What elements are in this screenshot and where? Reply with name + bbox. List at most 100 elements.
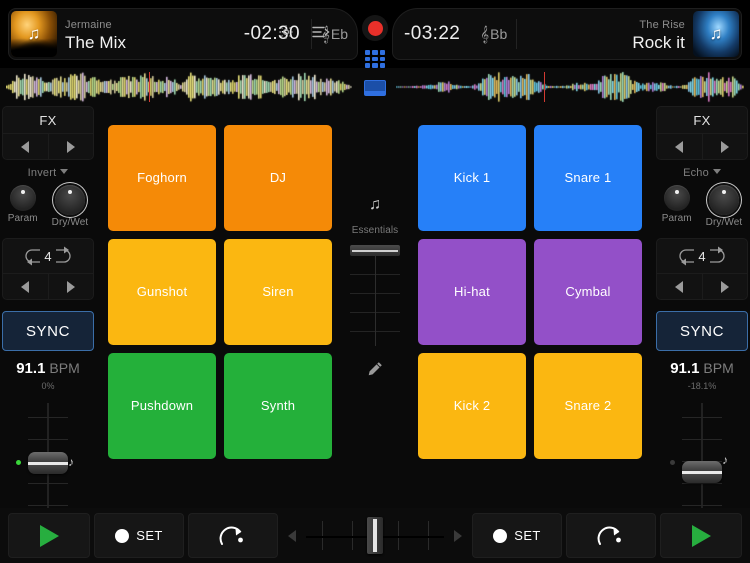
pad-right-3[interactable]: Hi-hat: [418, 239, 526, 345]
pad-label: Synth: [260, 397, 296, 413]
param-knob-label-right: Param: [661, 213, 692, 224]
pitch-lock-led-right: [670, 460, 675, 465]
loop-halve-button-left[interactable]: [3, 274, 48, 299]
pad-label: Gunshot: [136, 283, 188, 299]
loop-double-button-left[interactable]: [47, 274, 94, 299]
loop-repeat-button-right[interactable]: [566, 513, 656, 558]
fx-next-button-left[interactable]: [47, 134, 94, 159]
sync-button-right[interactable]: SYNC: [656, 311, 748, 351]
repeat-icon: [219, 526, 243, 545]
album-art-right[interactable]: ♫: [693, 11, 739, 57]
timecode-right[interactable]: -03:22: [393, 23, 471, 45]
record-button[interactable]: [362, 15, 388, 41]
fx-next-button-right[interactable]: [701, 134, 748, 159]
bpm-value-right: 91.1: [670, 360, 700, 377]
music-note-icon[interactable]: ♫: [360, 190, 390, 220]
bpm-value-left: 91.1: [16, 360, 46, 377]
loop-control-left: 4: [2, 238, 94, 300]
fader-tick: [28, 483, 68, 484]
drywet-knob-label-left: Dry/Wet: [51, 217, 89, 228]
waveform-left[interactable]: [6, 70, 352, 104]
fx-selector-right: FX: [656, 106, 748, 160]
cue-set-button-right[interactable]: SET: [472, 513, 562, 558]
pad-label: Cymbal: [565, 283, 611, 299]
key-display-right[interactable]: 𝄞 Bb: [471, 19, 518, 49]
pad-right-1[interactable]: Kick 1: [418, 125, 526, 231]
pad-right-5[interactable]: Kick 2: [418, 353, 526, 459]
fader-tick: [682, 483, 722, 484]
loop-length-display-left[interactable]: 4: [3, 239, 93, 273]
queue-icon[interactable]: [312, 25, 330, 39]
pad-right-4[interactable]: Cymbal: [534, 239, 642, 345]
fx-panel-left: FX Invert Param Dry/Wet 4 SYNC 91.1 BPM …: [2, 106, 94, 559]
keylock-note-icon-left[interactable]: ♪: [68, 455, 74, 469]
sample-bank-column: ♫ Essentials: [350, 190, 400, 379]
fx-effect-dropdown-left[interactable]: Invert: [2, 167, 94, 179]
knob-indicator: [721, 190, 726, 194]
pad-grid-left: Foghorn DJ Gunshot Siren Pushdown Synth: [108, 125, 332, 459]
treble-clef-icon: 𝄞: [480, 25, 490, 43]
sample-bank-list[interactable]: [350, 245, 400, 353]
cue-dot-icon: [115, 528, 130, 543]
pad-left-6[interactable]: Synth: [224, 353, 332, 459]
fader-tick: [28, 505, 68, 506]
pad-label: Kick 2: [453, 397, 491, 413]
loop-length-display-right[interactable]: 4: [657, 239, 747, 273]
fx-selector-left: FX: [2, 106, 94, 160]
bpm-display-right[interactable]: 91.1 BPM: [656, 360, 748, 378]
fx-effect-dropdown-right[interactable]: Echo: [656, 167, 748, 179]
sync-button-left[interactable]: SYNC: [2, 311, 94, 351]
airplay-icon[interactable]: [364, 80, 386, 96]
bpm-unit-right: BPM: [703, 360, 734, 376]
loop-repeat-button-left[interactable]: [188, 513, 278, 558]
edit-pencil-icon[interactable]: [350, 361, 400, 379]
gear-icon[interactable]: [278, 24, 294, 40]
keypad-icon[interactable]: [365, 50, 385, 68]
fader-handle-right[interactable]: [682, 461, 722, 483]
pad-left-1[interactable]: Foghorn: [108, 125, 216, 231]
param-knob-right[interactable]: [663, 185, 690, 211]
drywet-knob-right[interactable]: [708, 185, 739, 215]
play-button-left[interactable]: [8, 513, 90, 558]
keylock-note-icon-right[interactable]: ♪: [722, 453, 728, 467]
pad-right-2[interactable]: Snare 1: [534, 125, 642, 231]
arrow-left-icon: [21, 280, 30, 293]
param-knob-left[interactable]: [9, 185, 36, 211]
loop-length-value-left: 4: [40, 248, 56, 264]
pad-left-4[interactable]: Siren: [224, 239, 332, 345]
deck-info-right[interactable]: ♫ The Rise Rock it -03:22 𝄞 Bb: [392, 8, 742, 60]
drywet-knob-left[interactable]: [54, 185, 85, 215]
artist-name-left: Jermaine: [65, 19, 112, 31]
loop-double-button-right[interactable]: [701, 274, 748, 299]
waveform-right[interactable]: [396, 70, 744, 104]
bpm-display-left[interactable]: 91.1 BPM: [2, 360, 94, 378]
fx-title-left: FX: [39, 112, 57, 128]
crossfader-handle[interactable]: [367, 517, 383, 554]
fx-prev-button-right[interactable]: [657, 134, 702, 159]
arrow-left-icon: [675, 280, 684, 293]
fx-prev-button-left[interactable]: [3, 134, 48, 159]
loop-arrows-left: [3, 273, 93, 299]
chevron-down-icon: [712, 169, 721, 174]
pad-label: Snare 2: [564, 397, 612, 413]
pad-label: DJ: [269, 169, 287, 185]
loop-halve-button-right[interactable]: [657, 274, 702, 299]
pad-left-5[interactable]: Pushdown: [108, 353, 216, 459]
play-button-right[interactable]: [660, 513, 742, 558]
record-icon: [367, 20, 383, 36]
fader-handle-left[interactable]: [28, 452, 68, 474]
pad-left-3[interactable]: Gunshot: [108, 239, 216, 345]
fader-tick: [28, 417, 68, 418]
knob-indicator: [674, 190, 679, 194]
music-note-icon: ♫: [27, 24, 41, 44]
cue-set-button-left[interactable]: SET: [94, 513, 184, 558]
album-art-left[interactable]: ♫: [11, 11, 57, 57]
bank-item-selected[interactable]: [350, 245, 400, 256]
header-bar: ♫ Jermaine The Mix -02:30 𝄞 Eb: [0, 0, 750, 96]
arrow-left-icon: [675, 140, 684, 153]
crossfader[interactable]: [282, 513, 468, 558]
deck-titles-left: Jermaine The Mix: [59, 9, 233, 59]
pad-left-2[interactable]: DJ: [224, 125, 332, 231]
pad-right-6[interactable]: Snare 2: [534, 353, 642, 459]
sync-label-right: SYNC: [679, 322, 725, 340]
